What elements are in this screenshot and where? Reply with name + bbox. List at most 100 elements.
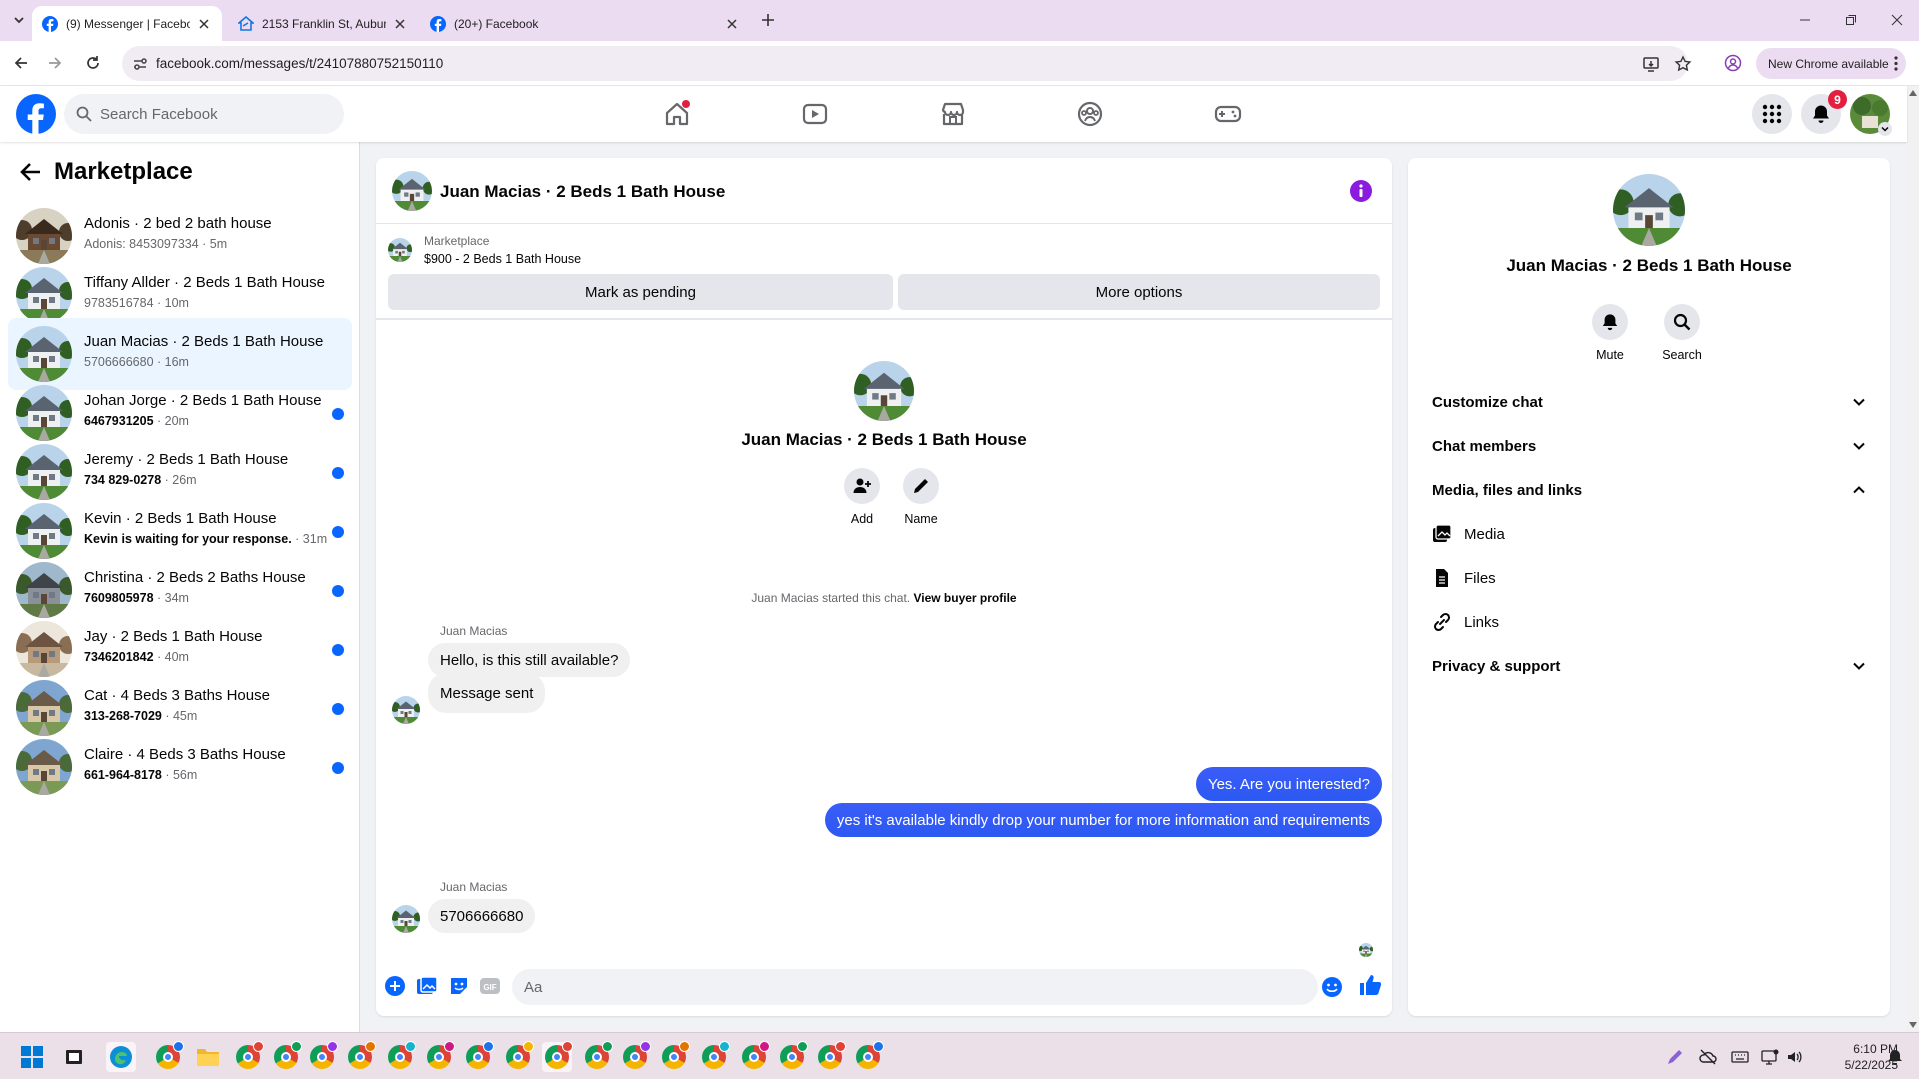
close-tab-icon[interactable] bbox=[392, 16, 408, 32]
account-avatar-button[interactable] bbox=[1850, 94, 1892, 136]
taskbar-chrome-profile[interactable] bbox=[659, 1041, 690, 1072]
conversation-item[interactable]: Claire · 4 Beds 3 Baths House 661-964-817… bbox=[8, 731, 352, 803]
taskbar-chrome-profile[interactable] bbox=[815, 1041, 846, 1072]
page-scrollbar[interactable] bbox=[1907, 86, 1919, 1032]
volume-icon[interactable] bbox=[1786, 1048, 1804, 1066]
nav-home[interactable] bbox=[661, 98, 693, 130]
notification-bell-icon[interactable] bbox=[1886, 1048, 1904, 1066]
install-app-icon[interactable] bbox=[1642, 55, 1660, 73]
nav-marketplace[interactable] bbox=[937, 98, 969, 130]
taskbar-chrome-profile[interactable] bbox=[503, 1041, 534, 1072]
chat-avatar[interactable] bbox=[392, 171, 432, 211]
taskbar-chrome-profile[interactable] bbox=[307, 1041, 338, 1072]
network-icon[interactable] bbox=[1761, 1048, 1779, 1066]
taskbar-chrome-profile[interactable] bbox=[385, 1041, 416, 1072]
address-bar[interactable]: facebook.com/messages/t/2410788075215011… bbox=[122, 46, 1692, 81]
notification-count-badge: 9 bbox=[1828, 90, 1847, 109]
cloud-offline-icon[interactable] bbox=[1699, 1048, 1717, 1066]
privacy-support-section[interactable]: Privacy & support bbox=[1416, 644, 1882, 688]
links-item[interactable]: Links bbox=[1416, 600, 1882, 644]
search-in-conversation-button[interactable]: Search bbox=[1652, 304, 1712, 362]
unread-dot bbox=[332, 408, 344, 420]
minimize-icon[interactable] bbox=[1794, 9, 1816, 31]
add-people-button[interactable]: Add bbox=[832, 468, 892, 526]
groups-icon bbox=[1077, 101, 1103, 127]
listing-thumbnail[interactable] bbox=[388, 238, 412, 262]
nav-gaming[interactable] bbox=[1212, 98, 1244, 130]
conversation-thumbnail bbox=[16, 739, 72, 795]
media-files-links-section[interactable]: Media, files and links bbox=[1416, 468, 1882, 512]
back-icon[interactable] bbox=[10, 52, 32, 74]
taskbar-chrome-profile[interactable] bbox=[582, 1041, 613, 1072]
outgoing-message[interactable]: yes it's available kindly drop your numb… bbox=[824, 803, 1382, 837]
like-thumbs-up-icon[interactable] bbox=[1358, 973, 1382, 997]
close-tab-icon[interactable] bbox=[724, 16, 740, 32]
listing-description[interactable]: $900 - 2 Beds 1 Bath House bbox=[424, 252, 581, 266]
taskbar-file-explorer[interactable] bbox=[193, 1042, 223, 1072]
new-chrome-available-button[interactable]: New Chrome available bbox=[1756, 48, 1906, 79]
keyboard-icon[interactable] bbox=[1731, 1048, 1749, 1066]
outgoing-message[interactable]: Yes. Are you interested? bbox=[1195, 767, 1382, 801]
facebook-logo-icon[interactable] bbox=[16, 94, 56, 134]
more-menu-icon[interactable] bbox=[1894, 56, 1898, 71]
pen-icon[interactable] bbox=[1666, 1048, 1684, 1066]
notifications-button[interactable]: 9 bbox=[1801, 90, 1847, 134]
taskbar-chrome-profile[interactable] bbox=[463, 1041, 494, 1072]
new-tab-icon[interactable] bbox=[757, 9, 779, 31]
taskbar-chrome-profile[interactable] bbox=[699, 1041, 730, 1072]
bookmark-star-icon[interactable] bbox=[1674, 55, 1692, 73]
taskbar-chrome-profile[interactable] bbox=[620, 1041, 651, 1072]
taskbar-chrome-profile[interactable] bbox=[153, 1041, 184, 1072]
tab-messenger[interactable]: (9) Messenger | Facebook bbox=[32, 6, 222, 41]
photo-icon[interactable] bbox=[416, 975, 438, 997]
restore-icon[interactable] bbox=[1840, 9, 1862, 31]
tab-zillow[interactable]: 2153 Franklin St, Auburn, AL 36 bbox=[228, 6, 418, 41]
start-button[interactable] bbox=[17, 1042, 47, 1072]
preview-text: 9783516784 bbox=[84, 296, 154, 310]
incoming-message[interactable]: Message sent bbox=[428, 673, 546, 713]
taskbar-chrome-profile[interactable] bbox=[233, 1041, 264, 1072]
taskbar-chrome-profile[interactable] bbox=[853, 1041, 884, 1072]
sticker-icon[interactable] bbox=[448, 975, 470, 997]
reload-icon[interactable] bbox=[82, 52, 104, 74]
name-chat-button[interactable]: Name bbox=[891, 468, 951, 526]
site-info-icon[interactable] bbox=[132, 56, 148, 72]
incoming-message[interactable]: 5706666680 bbox=[428, 899, 536, 933]
close-window-icon[interactable] bbox=[1886, 9, 1908, 31]
taskbar-edge[interactable] bbox=[106, 1042, 136, 1072]
mark-as-pending-button[interactable]: Mark as pending bbox=[388, 274, 893, 310]
chrome-icon bbox=[310, 1041, 338, 1069]
taskbar-chrome-profile[interactable] bbox=[739, 1041, 770, 1072]
taskbar-chrome-profile[interactable] bbox=[777, 1041, 808, 1072]
conversation-info-icon[interactable] bbox=[1350, 180, 1372, 202]
close-tab-icon[interactable] bbox=[196, 16, 212, 32]
task-view-button[interactable] bbox=[59, 1042, 89, 1072]
chat-title[interactable]: Juan Macias · 2 Beds 1 Bath House bbox=[440, 182, 725, 202]
menu-button[interactable] bbox=[1752, 94, 1792, 134]
view-buyer-profile-link[interactable]: View buyer profile bbox=[913, 591, 1016, 605]
taskbar-chrome-profile[interactable] bbox=[271, 1041, 302, 1072]
tab-search-icon[interactable] bbox=[8, 9, 30, 31]
nav-video[interactable] bbox=[799, 98, 831, 130]
info-avatar[interactable] bbox=[1613, 174, 1685, 246]
back-arrow-icon[interactable] bbox=[20, 161, 42, 183]
nav-groups[interactable] bbox=[1074, 98, 1106, 130]
incoming-message[interactable]: Hello, is this still available? bbox=[428, 643, 631, 677]
message-input[interactable] bbox=[512, 969, 1318, 1005]
gif-icon[interactable]: GIF bbox=[479, 975, 501, 997]
forward-icon[interactable] bbox=[44, 52, 66, 74]
facebook-search-input[interactable]: Search Facebook bbox=[64, 94, 344, 134]
files-item[interactable]: Files bbox=[1416, 556, 1882, 600]
customize-chat-section[interactable]: Customize chat bbox=[1416, 380, 1882, 424]
emoji-icon[interactable] bbox=[1321, 976, 1343, 998]
taskbar-chrome-profile[interactable] bbox=[424, 1041, 455, 1072]
tab-facebook[interactable]: (20+) Facebook bbox=[420, 6, 750, 41]
media-item[interactable]: Media bbox=[1416, 512, 1882, 556]
plus-circle-icon[interactable] bbox=[384, 975, 406, 997]
more-options-button[interactable]: More options bbox=[898, 274, 1380, 310]
chat-members-section[interactable]: Chat members bbox=[1416, 424, 1882, 468]
mute-button[interactable]: Mute bbox=[1580, 304, 1640, 362]
taskbar-chrome-profile[interactable] bbox=[542, 1041, 573, 1072]
profile-icon[interactable] bbox=[1722, 52, 1744, 74]
taskbar-chrome-profile[interactable] bbox=[345, 1041, 376, 1072]
